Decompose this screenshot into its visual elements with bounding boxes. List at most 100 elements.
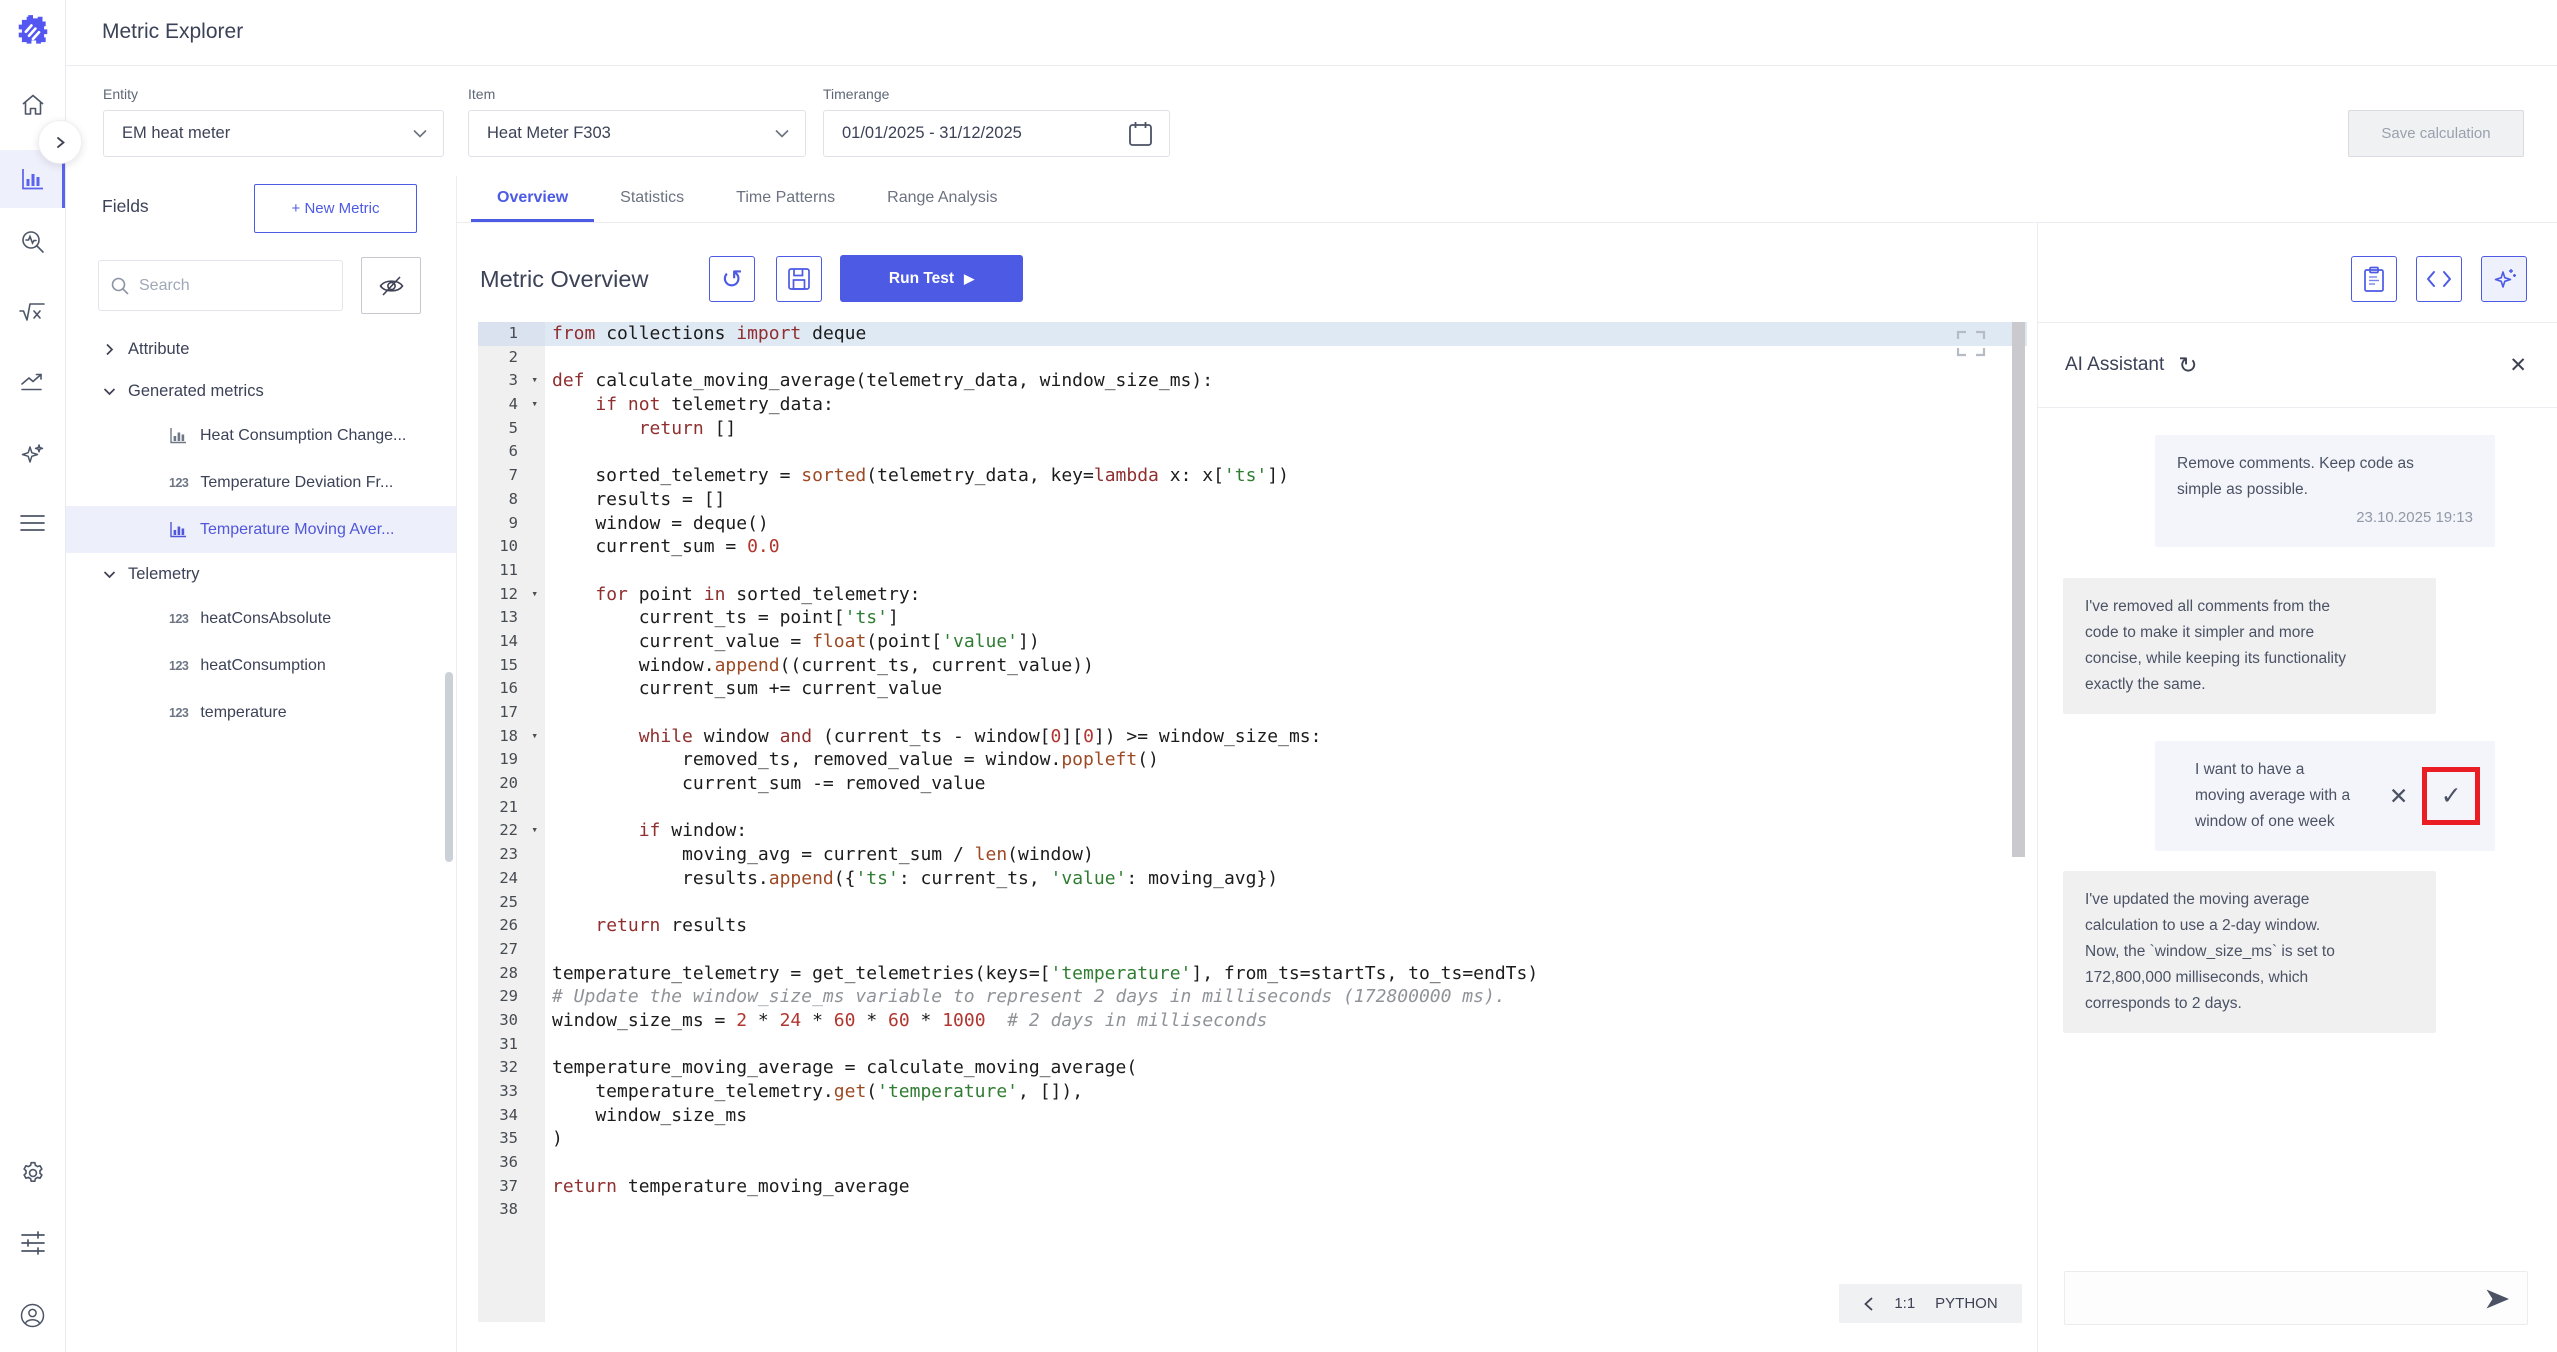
tree-group-telemetry[interactable]: Telemetry: [66, 553, 456, 595]
tree-item-temperature-moving-aver[interactable]: Temperature Moving Aver...: [66, 506, 456, 553]
settings-gear-icon[interactable]: [0, 1148, 65, 1198]
dismiss-suggestion-button[interactable]: ✕: [2385, 783, 2412, 809]
fold-arrow-icon[interactable]: ▾: [531, 392, 538, 416]
code-line-32[interactable]: 32 temperature_moving_average = calculate…: [478, 1056, 2027, 1080]
code-view-button[interactable]: [2416, 256, 2462, 302]
tree-item-heat-consumption-change[interactable]: Heat Consumption Change...: [66, 412, 456, 459]
tree-group-attribute[interactable]: Attribute: [66, 328, 456, 370]
code-line-35[interactable]: 35): [478, 1127, 2027, 1151]
code-line-10[interactable]: 10 current_sum = 0.0: [478, 535, 2027, 559]
fold-arrow-icon[interactable]: ▾: [531, 818, 538, 842]
code-line-27[interactable]: 27: [478, 938, 2027, 962]
fold-arrow-icon[interactable]: ▾: [531, 582, 538, 606]
tab-time-patterns[interactable]: Time Patterns: [710, 176, 861, 222]
code-lines[interactable]: 1 from collections import deque 2 3 ▾ def cal…: [478, 322, 2027, 1222]
line-number: 7: [508, 466, 518, 485]
trend-icon[interactable]: [0, 358, 65, 408]
new-metric-button[interactable]: + New Metric: [254, 184, 417, 233]
menu-icon[interactable]: [0, 498, 65, 548]
sliders-icon[interactable]: [0, 1218, 65, 1268]
calendar-icon[interactable]: [1128, 121, 1153, 147]
code-line-16[interactable]: 16 current_sum += current_value: [478, 677, 2027, 701]
code-line-12[interactable]: 12 ▾ for point in sorted_telemetry:: [478, 583, 2027, 607]
fold-arrow-icon[interactable]: ▾: [531, 724, 538, 748]
code-line-15[interactable]: 15 window.append((current_ts, current_va…: [478, 654, 2027, 678]
tab-overview[interactable]: Overview: [471, 176, 595, 222]
ai-message-box[interactable]: [2064, 1271, 2528, 1325]
code-line-24[interactable]: 24 results.append({'ts': current_ts, 'va…: [478, 867, 2027, 891]
code-line-20[interactable]: 20 current_sum -= removed_value: [478, 772, 2027, 796]
entity-select[interactable]: EM heat meter: [103, 110, 444, 157]
code-line-36[interactable]: 36: [478, 1151, 2027, 1175]
code-line-38[interactable]: 38: [478, 1198, 2027, 1222]
code-line-4[interactable]: 4 ▾ if not telemetry_data:: [478, 393, 2027, 417]
line-number: 37: [499, 1176, 518, 1195]
code-line-11[interactable]: 11: [478, 559, 2027, 583]
code-line-8[interactable]: 8 results = []: [478, 488, 2027, 512]
code-line-34[interactable]: 34 window_size_ms: [478, 1104, 2027, 1128]
code-line-2[interactable]: 2: [478, 346, 2027, 370]
tree-item-temperature-deviation-fr[interactable]: 123 Temperature Deviation Fr...: [66, 459, 456, 506]
app-logo-icon[interactable]: [14, 12, 52, 50]
sidebar-expand-button[interactable]: [38, 120, 82, 164]
item-select[interactable]: Heat Meter F303: [468, 110, 806, 157]
formula-icon[interactable]: [0, 288, 65, 338]
tree-item-temperature[interactable]: 123 temperature: [66, 689, 456, 736]
code-line-9[interactable]: 9 window = deque(): [478, 512, 2027, 536]
code-line-26[interactable]: 26 return results: [478, 914, 2027, 938]
code-text: results.append({'ts': current_ts, 'value…: [552, 867, 1279, 889]
fields-scrollbar[interactable]: [445, 672, 453, 862]
code-line-3[interactable]: 3 ▾ def calculate_moving_average(telemetry…: [478, 369, 2027, 393]
user-avatar-icon[interactable]: [0, 1290, 65, 1340]
code-line-6[interactable]: 6: [478, 440, 2027, 464]
code-line-28[interactable]: 28 temperature_telemetry = get_telemetrie…: [478, 962, 2027, 986]
code-line-1[interactable]: 1 from collections import deque: [478, 322, 2027, 346]
tab-range-analysis[interactable]: Range Analysis: [861, 176, 1023, 222]
code-line-13[interactable]: 13 current_ts = point['ts']: [478, 606, 2027, 630]
tree-item-heatconsumption[interactable]: 123 heatConsumption: [66, 642, 456, 689]
close-icon[interactable]: ✕: [2509, 353, 2527, 378]
ai-assistant-button[interactable]: [2481, 256, 2527, 302]
fullscreen-icon[interactable]: [1956, 330, 1986, 357]
editor-scrollbar[interactable]: [2012, 322, 2025, 857]
code-line-25[interactable]: 25: [478, 891, 2027, 915]
tab-statistics[interactable]: Statistics: [594, 176, 710, 222]
code-line-5[interactable]: 5 return []: [478, 417, 2027, 441]
code-line-37[interactable]: 37 return temperature_moving_average: [478, 1175, 2027, 1199]
code-line-23[interactable]: 23 moving_avg = current_sum / len(window…: [478, 843, 2027, 867]
search-input[interactable]: [139, 276, 330, 295]
code-line-7[interactable]: 7 sorted_telemetry = sorted(telemetry_da…: [478, 464, 2027, 488]
timerange-input[interactable]: 01/01/2025 - 31/12/2025: [823, 110, 1170, 157]
hide-fields-button[interactable]: [361, 257, 421, 314]
code-line-14[interactable]: 14 current_value = float(point['value']): [478, 630, 2027, 654]
code-line-22[interactable]: 22 ▾ if window:: [478, 819, 2027, 843]
copy-clipboard-button[interactable]: [2351, 256, 2397, 302]
tree-item-heatconsabsolute[interactable]: 123 heatConsAbsolute: [66, 595, 456, 642]
tree-group-generated-metrics[interactable]: Generated metrics: [66, 370, 456, 412]
reset-button[interactable]: ↺: [709, 256, 755, 302]
ai-refresh-icon[interactable]: ↻: [2178, 352, 2197, 379]
code-editor[interactable]: 1 from collections import deque 2 3 ▾ def cal…: [478, 322, 2027, 1323]
save-metric-button[interactable]: [776, 256, 822, 302]
accept-suggestion-button[interactable]: ✓: [2441, 783, 2462, 809]
sparkles-nav-icon[interactable]: [0, 430, 65, 480]
code-line-33[interactable]: 33 temperature_telemetry.get('temperatur…: [478, 1080, 2027, 1104]
fields-search[interactable]: [98, 260, 343, 311]
save-calculation-button[interactable]: Save calculation: [2348, 110, 2524, 157]
chevron-left-icon[interactable]: [1863, 1296, 1874, 1312]
fold-arrow-icon[interactable]: ▾: [531, 368, 538, 392]
code-line-19[interactable]: 19 removed_ts, removed_value = window.po…: [478, 748, 2027, 772]
code-line-18[interactable]: 18 ▾ while window and (current_ts - windo…: [478, 725, 2027, 749]
signal-search-icon[interactable]: [0, 218, 65, 268]
code-line-29[interactable]: 29 # Update the window_size_ms variable t…: [478, 985, 2027, 1009]
code-line-31[interactable]: 31: [478, 1033, 2027, 1057]
code-line-30[interactable]: 30 window_size_ms = 2 * 24 * 60 * 60 * 10…: [478, 1009, 2027, 1033]
editor-language[interactable]: PYTHON: [1935, 1295, 1998, 1312]
send-icon[interactable]: [2484, 1287, 2511, 1311]
code-line-21[interactable]: 21: [478, 796, 2027, 820]
run-test-button[interactable]: Run Test ▶: [840, 255, 1023, 302]
code-line-17[interactable]: 17: [478, 701, 2027, 725]
ai-message-input[interactable]: [2077, 1272, 2467, 1324]
